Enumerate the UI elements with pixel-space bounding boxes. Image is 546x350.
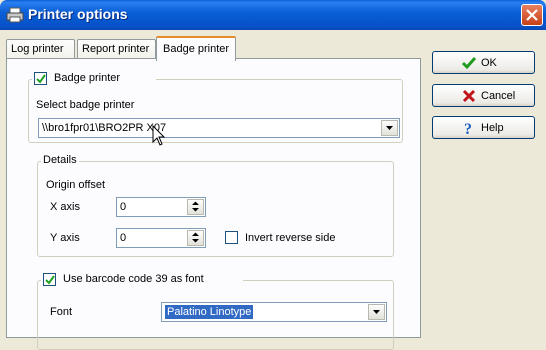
- badge-printer-legend: Badge printer: [32, 72, 156, 86]
- origin-offset-label: Origin offset: [46, 179, 106, 191]
- details-legend: Details: [41, 154, 79, 166]
- y-axis-spinner[interactable]: 0: [116, 228, 206, 248]
- tab-label: Badge printer: [163, 43, 230, 55]
- font-label: Font: [50, 306, 73, 318]
- tab-label: Report printer: [82, 43, 150, 55]
- barcode-label: Use barcode code 39 as font: [63, 273, 204, 285]
- title-bar[interactable]: Printer options: [0, 0, 546, 30]
- close-icon: [526, 9, 538, 21]
- y-axis-value: 0: [120, 232, 127, 244]
- details-group: [37, 161, 394, 257]
- ok-label: OK: [481, 57, 497, 69]
- svg-text:?: ?: [464, 121, 472, 136]
- badge-printer-select[interactable]: \\bro1fpr01\BRO2PR X07: [38, 118, 400, 138]
- barcode-legend: Use barcode code 39 as font: [41, 273, 243, 287]
- help-button[interactable]: ? Help: [432, 116, 535, 139]
- select-badge-printer-label: Select badge printer: [36, 99, 135, 111]
- tab-report-printer[interactable]: Report printer: [77, 39, 156, 59]
- badge-printer-value: \\bro1fpr01\BRO2PR X07: [42, 122, 167, 134]
- tab-log-printer[interactable]: Log printer: [6, 39, 75, 59]
- font-value: Palatino Linotype: [165, 305, 254, 319]
- badge-printer-label: Badge printer: [54, 72, 121, 84]
- x-axis-value: 0: [120, 201, 127, 213]
- tab-badge-printer[interactable]: Badge printer: [156, 36, 236, 61]
- barcode-checkbox[interactable]: [43, 273, 56, 286]
- cancel-label: Cancel: [481, 90, 516, 102]
- x-axis-label: X axis: [50, 201, 80, 213]
- invert-reverse-checkbox[interactable]: [225, 231, 238, 244]
- font-select[interactable]: Palatino Linotype: [161, 302, 387, 322]
- dropdown-arrow-icon[interactable]: [381, 120, 398, 136]
- printer-icon: [6, 7, 24, 23]
- ok-button[interactable]: OK: [432, 51, 535, 74]
- help-label: Help: [481, 122, 504, 134]
- help-question-icon: ?: [461, 120, 477, 138]
- x-axis-spinner[interactable]: 0: [116, 197, 206, 217]
- tab-panel: Badge printer Select badge printer \\bro…: [6, 58, 421, 350]
- spinner-arrows-icon[interactable]: [187, 230, 204, 246]
- mouse-cursor-icon: [152, 125, 166, 146]
- y-axis-label: Y axis: [50, 232, 80, 244]
- invert-reverse-label: Invert reverse side: [245, 232, 336, 244]
- checkmark-icon: [461, 55, 477, 71]
- badge-printer-checkbox[interactable]: [34, 72, 47, 85]
- cancel-button[interactable]: Cancel: [432, 84, 535, 107]
- cancel-x-icon: [461, 88, 477, 104]
- window-title: Printer options: [28, 6, 128, 22]
- checkmark-icon: [45, 275, 55, 285]
- close-button[interactable]: [521, 4, 543, 26]
- dropdown-arrow-icon[interactable]: [368, 304, 385, 320]
- spinner-arrows-icon[interactable]: [187, 199, 204, 215]
- tab-label: Log printer: [11, 43, 64, 55]
- checkmark-icon: [36, 74, 46, 84]
